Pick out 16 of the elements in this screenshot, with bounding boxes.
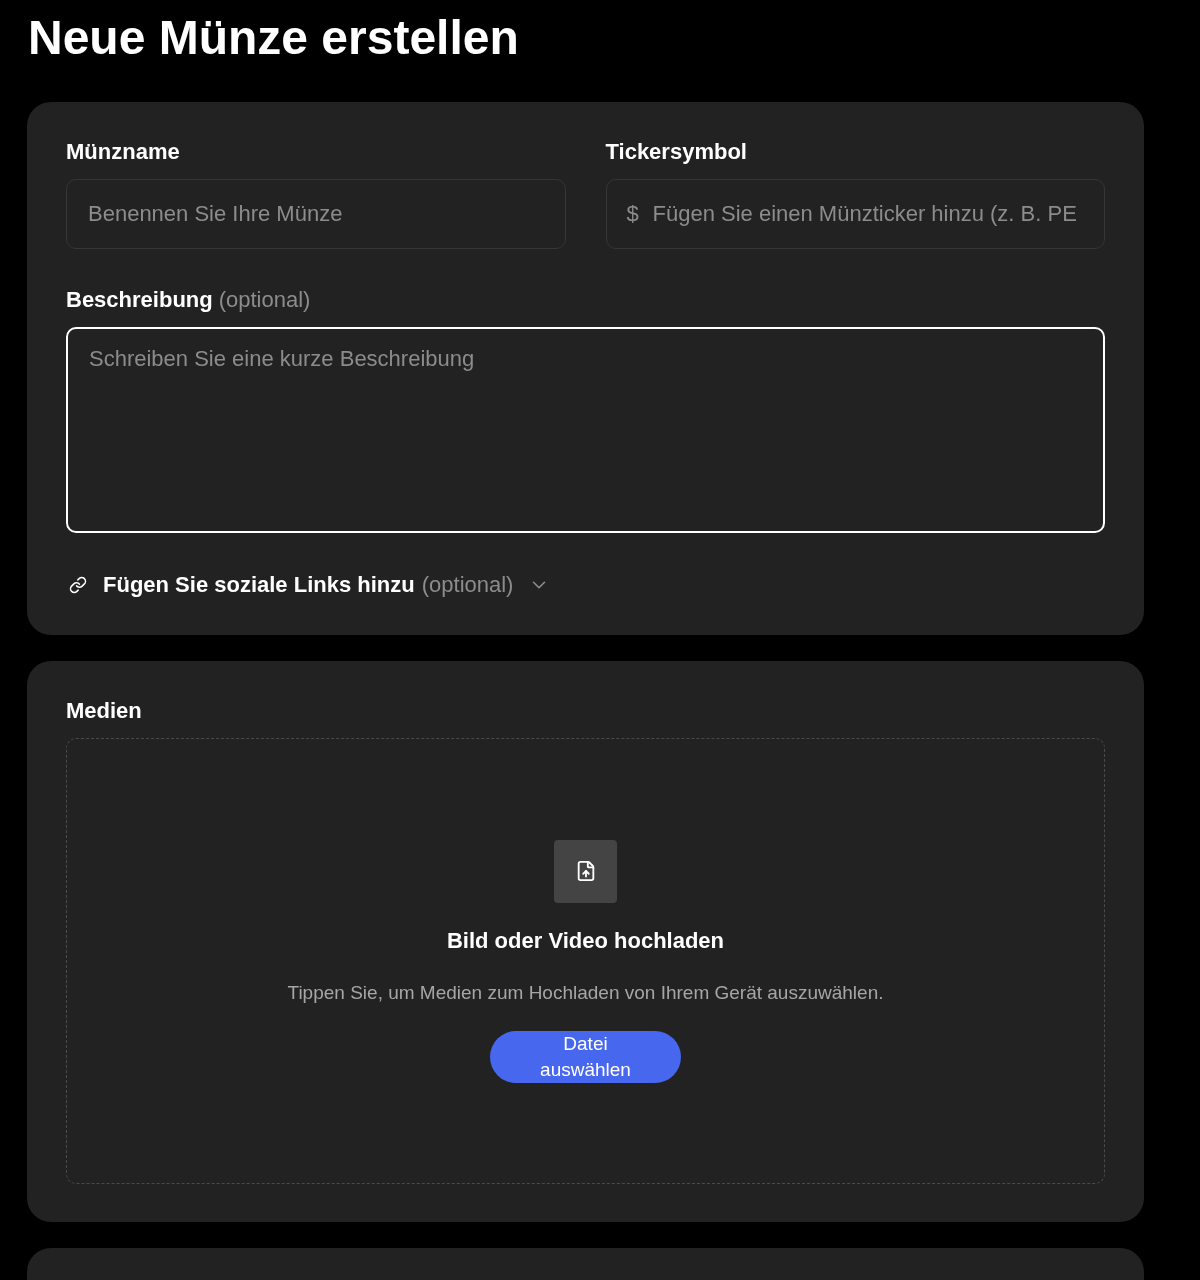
optional-note: (optional) <box>218 288 311 312</box>
file-upload-icon <box>554 839 617 903</box>
media-label: Medien <box>66 699 142 723</box>
page-title: Neue Münze erstellen <box>28 12 519 64</box>
description-field[interactable]: Schreiben Sie eine kurze Beschreibung <box>66 327 1105 533</box>
upload-hint: Tippen Sie, um Medien zum Hochladen von Ihrem Gerät auszuwählen. <box>287 981 884 1004</box>
choose-file-button[interactable]: Datei auswählen <box>490 1030 681 1083</box>
dollar-prefix: $ <box>626 201 639 227</box>
link-icon <box>69 576 87 594</box>
field-label: Münzname <box>66 140 180 164</box>
description-label: Beschreibung <box>66 288 213 312</box>
field-label: Tickersymbol <box>605 140 747 164</box>
upload-dropzone[interactable]: Bild oder Video hochladen Tippen Sie, um Medien zum Hochladen von Ihrem Gerät auszuwählen. Datei auswählen <box>66 738 1105 1184</box>
social-links-toggle[interactable]: Fügen Sie soziale Links hinzu (optional) <box>103 573 551 597</box>
upload-title: Bild oder Video hochladen <box>446 928 725 953</box>
text-field[interactable]: Benennen Sie Ihre Münze <box>66 179 566 249</box>
